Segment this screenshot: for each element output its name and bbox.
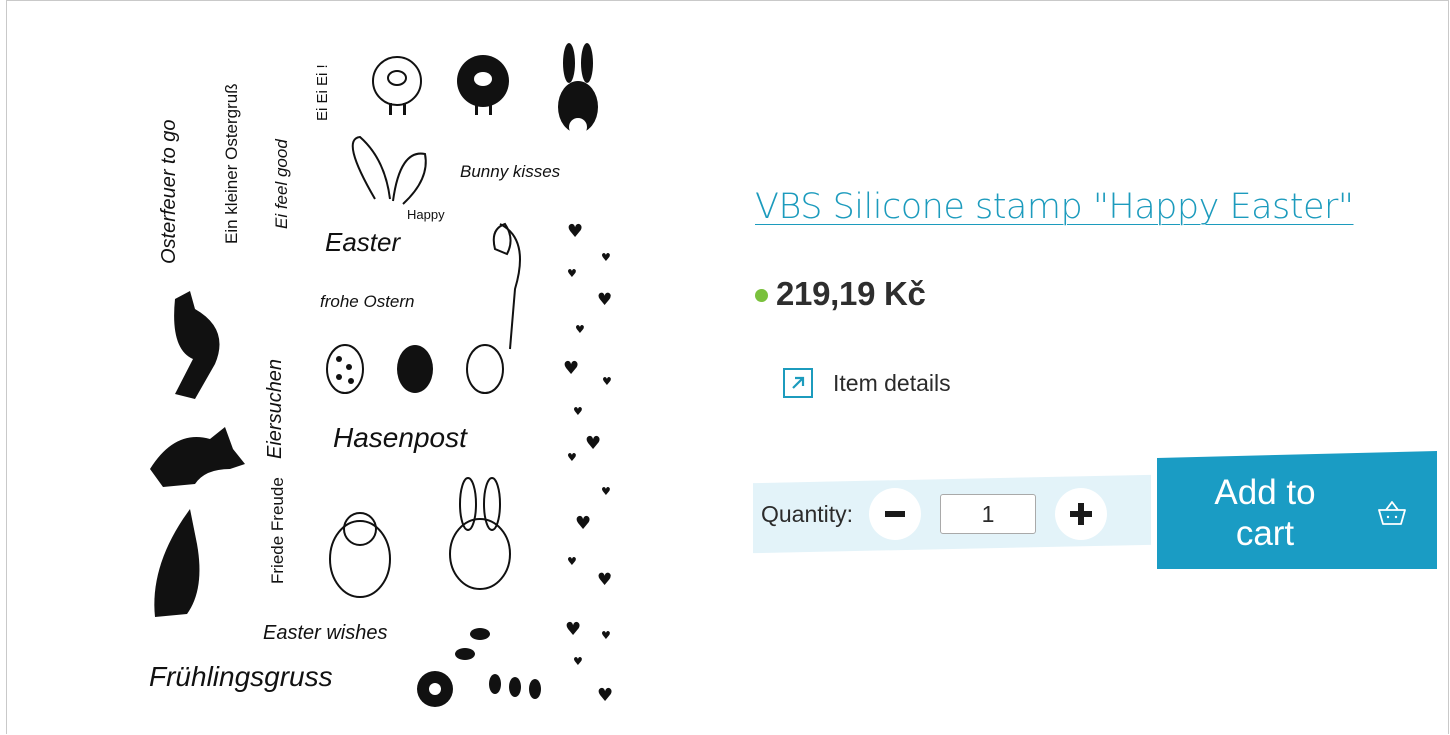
svg-text:♥: ♥: [601, 485, 611, 498]
quantity-label: Quantity:: [761, 500, 854, 527]
item-details-label: Item details: [833, 369, 951, 396]
product-info: VBS Silicone stamp "Happy Easter" 219,19…: [753, 1, 1437, 735]
quantity-decrease-button[interactable]: [869, 488, 922, 540]
sheep-white-icon: [372, 56, 422, 115]
svg-text:♥: ♥: [567, 451, 577, 464]
svg-text:♥: ♥: [597, 570, 612, 590]
quantity-panel: Quantity:: [761, 479, 1108, 549]
svg-text:♥: ♥: [573, 405, 583, 418]
svg-text:♥: ♥: [575, 323, 585, 336]
product-price: 219,19 Kč: [776, 275, 926, 312]
svg-text:♥: ♥: [567, 555, 577, 568]
stamp-sheet-illustration: Osterfeuer to go Ein kleiner Ostergruß E…: [149, 43, 613, 707]
product-card: Osterfeuer to go Ein kleiner Ostergruß E…: [6, 0, 1449, 734]
svg-text:♥: ♥: [597, 685, 613, 706]
stamp-text: Bunny kisses: [460, 162, 561, 181]
external-link-icon: [783, 368, 813, 398]
bunny-face-icon: [449, 477, 511, 590]
svg-text:♥: ♥: [585, 433, 601, 454]
snowdrop-icon: [492, 222, 521, 350]
eggs-icon: [326, 344, 504, 394]
quantity-increase-button[interactable]: [1055, 488, 1108, 540]
svg-text:♥: ♥: [601, 251, 611, 264]
in-stock-dot-icon: [755, 288, 768, 302]
stamp-text: Osterfeuer to go: [158, 119, 180, 264]
add-to-cart-button[interactable]: Add to cart: [1157, 451, 1437, 569]
svg-text:♥: ♥: [567, 221, 583, 242]
stamp-text: Happy: [407, 207, 445, 222]
minus-icon: [885, 511, 906, 517]
svg-text:♥: ♥: [567, 267, 577, 280]
stamp-text: Ein kleiner Ostergruß: [222, 83, 241, 244]
svg-text:♥: ♥: [563, 358, 579, 379]
svg-text:♥: ♥: [602, 375, 612, 388]
quantity-input[interactable]: [940, 494, 1037, 534]
svg-text:♥: ♥: [601, 629, 611, 642]
product-image[interactable]: Osterfeuer to go Ein kleiner Ostergruß E…: [135, 29, 625, 719]
hare-silhouette-icon: [150, 291, 245, 617]
item-details-link[interactable]: Item details: [783, 368, 951, 398]
hearts-icon: ♥ ♥ ♥ ♥ ♥ ♥ ♥ ♥ ♥ ♥ ♥ ♥ ♥ ♥ ♥ ♥ ♥ ♥: [563, 221, 613, 706]
stamp-text: Easter: [325, 227, 401, 257]
chick-egg-icon: [329, 512, 391, 598]
sheep-black-icon: [457, 55, 509, 115]
bunny-ears-icon: [351, 135, 427, 205]
add-to-cart-label: Add to cart: [1214, 473, 1316, 553]
stamp-text: Easter wishes: [263, 622, 388, 644]
stamp-text: Frühlingsgruss: [149, 661, 333, 692]
stamp-text: frohe Ostern: [320, 292, 415, 311]
svg-text:♥: ♥: [597, 290, 612, 310]
price-row: 219,19 Kč: [755, 275, 926, 313]
product-title-link[interactable]: VBS Silicone stamp "Happy Easter": [755, 187, 1354, 227]
basket-icon: [1378, 501, 1406, 525]
stamp-text: Eiersuchen: [264, 359, 286, 459]
stamp-text: Hasenpost: [333, 422, 468, 453]
plus-icon: [1070, 503, 1093, 525]
bunny-silhouette-icon: [558, 43, 598, 136]
stamp-text: Ei Ei Ei !: [314, 64, 331, 121]
stamp-text: Friede Freude: [268, 477, 287, 584]
stamp-text: Ei feel good: [272, 139, 291, 229]
svg-text:♥: ♥: [575, 513, 591, 534]
flower-leaves-icon: [417, 628, 541, 707]
svg-text:♥: ♥: [565, 619, 581, 640]
svg-text:♥: ♥: [573, 655, 583, 668]
